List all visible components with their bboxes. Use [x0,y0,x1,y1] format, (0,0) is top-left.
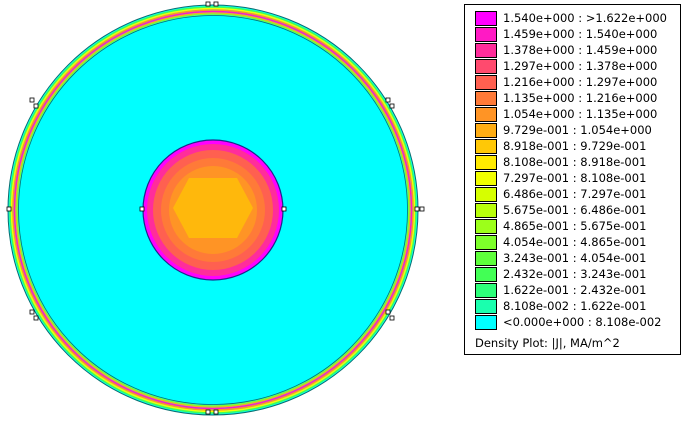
legend-title: Density Plot: |J|, MA/m^2 [475,336,620,350]
legend-entry: 2.432e-001 : 3.243e-001 [475,266,646,282]
legend-swatch [475,170,497,186]
legend-swatch [475,58,497,74]
legend-entry: 3.243e-001 : 4.054e-001 [475,250,646,266]
legend-label: <0.000e+000 : 8.108e-002 [503,315,662,329]
legend-swatch [475,122,497,138]
inner-conductor-core [173,178,253,238]
legend-entry: 8.108e-002 : 1.622e-001 [475,298,646,314]
legend-entry: 1.540e+000 : >1.622e+000 [475,10,667,26]
legend-label: 2.432e-001 : 3.243e-001 [503,267,647,281]
legend-swatch [475,90,497,106]
legend-swatch [475,314,497,330]
legend-swatch [475,202,497,218]
legend-label: 1.378e+000 : 1.459e+000 [503,43,658,57]
legend-entry: 4.865e-001 : 5.675e-001 [475,218,646,234]
legend-swatch [475,106,497,122]
legend-swatch [475,266,497,282]
legend-swatch [475,218,497,234]
legend-swatch [475,234,497,250]
legend-entry: 8.918e-001 : 9.729e-001 [475,138,646,154]
legend-entry: 4.054e-001 : 4.865e-001 [475,234,646,250]
legend-swatch [475,26,497,42]
legend-label: 1.622e-001 : 2.432e-001 [503,283,647,297]
legend-entry: <0.000e+000 : 8.108e-002 [475,314,662,330]
legend-label: 1.459e+000 : 1.540e+000 [503,27,658,41]
legend-swatch [475,154,497,170]
legend-entry: 1.054e+000 : 1.135e+000 [475,106,657,122]
legend-entry: 1.297e+000 : 1.378e+000 [475,58,657,74]
legend-swatch [475,298,497,314]
legend-swatch [475,186,497,202]
legend-entry: 9.729e-001 : 1.054e+000 [475,122,652,138]
density-plot[interactable] [0,0,460,424]
legend-label: 4.054e-001 : 4.865e-001 [503,235,647,249]
legend-entry: 6.486e-001 : 7.297e-001 [475,186,646,202]
legend-label: 4.865e-001 : 5.675e-001 [503,219,647,233]
legend-label: 1.216e+000 : 1.297e+000 [503,75,658,89]
legend-label: 1.135e+000 : 1.216e+000 [503,91,658,105]
legend-label: 8.918e-001 : 9.729e-001 [503,139,647,153]
legend-label: 8.108e-002 : 1.622e-001 [503,299,647,313]
legend-label: 3.243e-001 : 4.054e-001 [503,251,647,265]
legend-swatch [475,282,497,298]
legend-swatch [475,138,497,154]
legend-label: 6.486e-001 : 7.297e-001 [503,187,647,201]
legend-entry: 5.675e-001 : 6.486e-001 [475,202,646,218]
legend-entry: 8.108e-001 : 8.918e-001 [475,154,646,170]
legend-entry: 1.216e+000 : 1.297e+000 [475,74,657,90]
legend-entry: 7.297e-001 : 8.108e-001 [475,170,646,186]
legend-label: 8.108e-001 : 8.918e-001 [503,155,647,169]
legend-label: 7.297e-001 : 8.108e-001 [503,171,647,185]
legend-swatch [475,74,497,90]
legend-swatch [475,42,497,58]
legend-label: 5.675e-001 : 6.486e-001 [503,203,647,217]
legend-label: 1.054e+000 : 1.135e+000 [503,107,658,121]
legend-entry: 1.135e+000 : 1.216e+000 [475,90,657,106]
legend-swatch [475,250,497,266]
legend-entry: 1.459e+000 : 1.540e+000 [475,26,657,42]
legend-label: 9.729e-001 : 1.054e+000 [503,123,652,137]
legend-label: 1.297e+000 : 1.378e+000 [503,59,658,73]
legend-label: 1.540e+000 : >1.622e+000 [503,11,667,25]
legend-swatch [475,10,497,26]
legend-entry: 1.622e-001 : 2.432e-001 [475,282,646,298]
legend-entry: 1.378e+000 : 1.459e+000 [475,42,657,58]
density-legend: 1.540e+000 : >1.622e+000 1.459e+000 : 1.5… [464,4,681,355]
